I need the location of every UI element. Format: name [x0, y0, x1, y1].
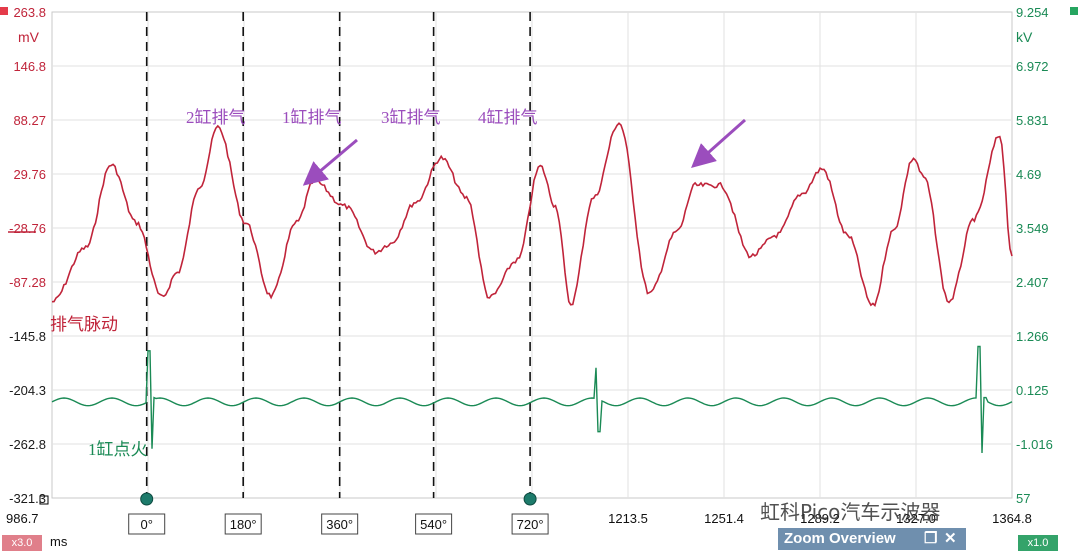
- left-tick-label: 263.8: [13, 5, 46, 20]
- channel-a-marker-icon[interactable]: [0, 7, 8, 15]
- arrow-2-icon: [691, 118, 746, 168]
- right-tick-label: 5.831: [1016, 113, 1049, 128]
- grid: [51, 11, 1013, 499]
- restore-icon[interactable]: ❐: [924, 528, 937, 550]
- annotation-cyl3-exhaust: 3缸排气: [381, 107, 441, 127]
- phase-markers: 0° 180° 360° 540° 720°: [128, 12, 549, 535]
- oscilloscope-view: 263.8 146.8 88.27 29.76 -28.76 -87.28 -145.8 -2…: [0, 0, 1080, 554]
- zoom-factor-left-badge[interactable]: x3.0: [2, 535, 42, 551]
- right-tick-label: -1.016: [1016, 437, 1053, 452]
- x-tick-label: 1213.5: [608, 511, 648, 526]
- left-tick-label: -204.3: [9, 383, 46, 398]
- phase-marker-label: 360°: [326, 517, 353, 532]
- phase-marker-label: 180°: [230, 517, 257, 532]
- right-unit-label: kV: [1016, 29, 1033, 45]
- right-axis: 9.254 6.972 5.831 4.69 3.549 2.407 1.266 0.125 -…: [1016, 5, 1053, 506]
- watermark: 虹科Pico汽车示波器: [760, 500, 941, 524]
- left-tick-label: -87.28: [9, 275, 46, 290]
- left-tick-label: 29.76: [13, 167, 46, 182]
- arrow-1-icon: [302, 138, 358, 186]
- left-axis: 263.8 146.8 88.27 29.76 -28.76 -87.28 -145.8 -2…: [9, 5, 46, 506]
- trigger-handle[interactable]: [140, 492, 154, 506]
- right-tick-label: 4.69: [1016, 167, 1041, 182]
- left-tick-label: -145.8: [9, 329, 46, 344]
- phase-marker-label: 540°: [420, 517, 447, 532]
- left-tick-label: 88.27: [13, 113, 46, 128]
- phase-marker-label: 0°: [140, 517, 152, 532]
- zoom-overview-title: Zoom Overview: [784, 530, 896, 547]
- channel-a-label: 排气脉动: [50, 315, 118, 334]
- annotation-cyl4-exhaust: 4缸排气: [478, 107, 538, 127]
- right-tick-label: 9.254: [1016, 5, 1049, 20]
- zoom-factor-right-badge[interactable]: x1.0: [1018, 535, 1058, 551]
- annotation-cyl1-exhaust: 1缸排气: [282, 107, 342, 127]
- x-tick-label: 1364.8: [992, 511, 1032, 526]
- trigger-handle[interactable]: [523, 492, 537, 506]
- zoom-overview-panel[interactable]: Zoom Overview ❐ ✕: [778, 528, 966, 550]
- chart-canvas: 263.8 146.8 88.27 29.76 -28.76 -87.28 -145.8 -2…: [0, 5, 1078, 535]
- x-tick-label: 1251.4: [704, 511, 744, 526]
- right-tick-label: 3.549: [1016, 221, 1049, 236]
- left-tick-label: -28.76: [9, 221, 46, 236]
- annotation-cyl2-exhaust: 2缸排气: [186, 107, 246, 127]
- right-tick-label: 57: [1016, 491, 1030, 506]
- right-tick-label: 1.266: [1016, 329, 1049, 344]
- close-icon[interactable]: ✕: [944, 528, 957, 550]
- channel-b-marker-icon[interactable]: [1070, 7, 1078, 15]
- right-tick-label: 2.407: [1016, 275, 1049, 290]
- x-unit-label: ms: [50, 534, 68, 549]
- right-tick-label: 0.125: [1016, 383, 1049, 398]
- phase-marker-label: 720°: [517, 517, 544, 532]
- left-unit-label: mV: [18, 29, 40, 45]
- x-tick-label: 986.7: [6, 511, 39, 526]
- left-tick-label: -321.3: [9, 491, 46, 506]
- right-tick-label: 6.972: [1016, 59, 1049, 74]
- left-tick-label: -262.8: [9, 437, 46, 452]
- channel-b-label: 1缸点火: [88, 439, 148, 459]
- left-tick-label: 146.8: [13, 59, 46, 74]
